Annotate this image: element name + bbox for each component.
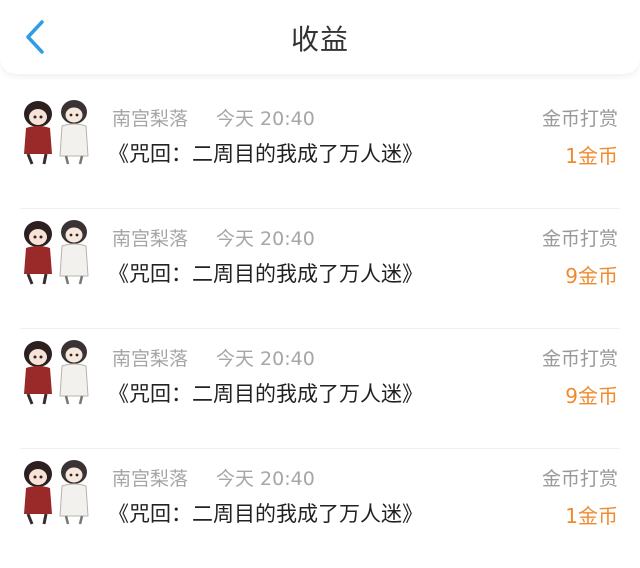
- list-item[interactable]: 南宫梨落 今天 20:40 《咒回：二周目的我成了万人迷》 金币打赏 9金币: [0, 328, 640, 448]
- reward-type: 金币打赏: [541, 468, 618, 490]
- reward-amount: 9金币: [565, 384, 618, 408]
- reward-type: 金币打赏: [541, 108, 618, 130]
- reward-amount: 1金币: [565, 504, 618, 528]
- page-title: 收益: [290, 23, 349, 56]
- book-title: 《咒回：二周目的我成了万人迷》: [108, 502, 423, 526]
- list-item[interactable]: 南宫梨落 今天 20:40 《咒回：二周目的我成了万人迷》 金币打赏 1金币: [0, 88, 640, 208]
- timestamp: 今天 20:40: [216, 108, 315, 130]
- sender-name: 南宫梨落: [112, 468, 189, 490]
- top-bar: 收益: [0, 0, 640, 74]
- timestamp: 今天 20:40: [216, 468, 315, 490]
- avatar: [24, 460, 89, 525]
- book-title: 《咒回：二周目的我成了万人迷》: [108, 382, 423, 406]
- divider: [20, 208, 620, 209]
- divider: [20, 448, 620, 449]
- reward-amount: 1金币: [565, 144, 618, 168]
- timestamp: 今天 20:40: [216, 348, 315, 370]
- sender-name: 南宫梨落: [112, 348, 189, 370]
- book-title: 《咒回：二周目的我成了万人迷》: [108, 262, 423, 286]
- avatar: [24, 220, 89, 285]
- sender-name: 南宫梨落: [112, 108, 189, 130]
- sender-name: 南宫梨落: [112, 228, 189, 250]
- list-item[interactable]: 南宫梨落 今天 20:40 《咒回：二周目的我成了万人迷》 金币打赏 9金币: [0, 208, 640, 328]
- list-item[interactable]: 南宫梨落 今天 20:40 《咒回：二周目的我成了万人迷》 金币打赏 1金币: [0, 448, 640, 568]
- avatar: [24, 100, 89, 165]
- earnings-list: 南宫梨落 今天 20:40 《咒回：二周目的我成了万人迷》 金币打赏 1金币 南…: [0, 88, 640, 568]
- book-title: 《咒回：二周目的我成了万人迷》: [108, 142, 423, 166]
- reward-type: 金币打赏: [541, 228, 618, 250]
- reward-type: 金币打赏: [541, 348, 618, 370]
- reward-amount: 9金币: [565, 264, 618, 288]
- avatar: [24, 340, 89, 405]
- timestamp: 今天 20:40: [216, 228, 315, 250]
- divider: [20, 328, 620, 329]
